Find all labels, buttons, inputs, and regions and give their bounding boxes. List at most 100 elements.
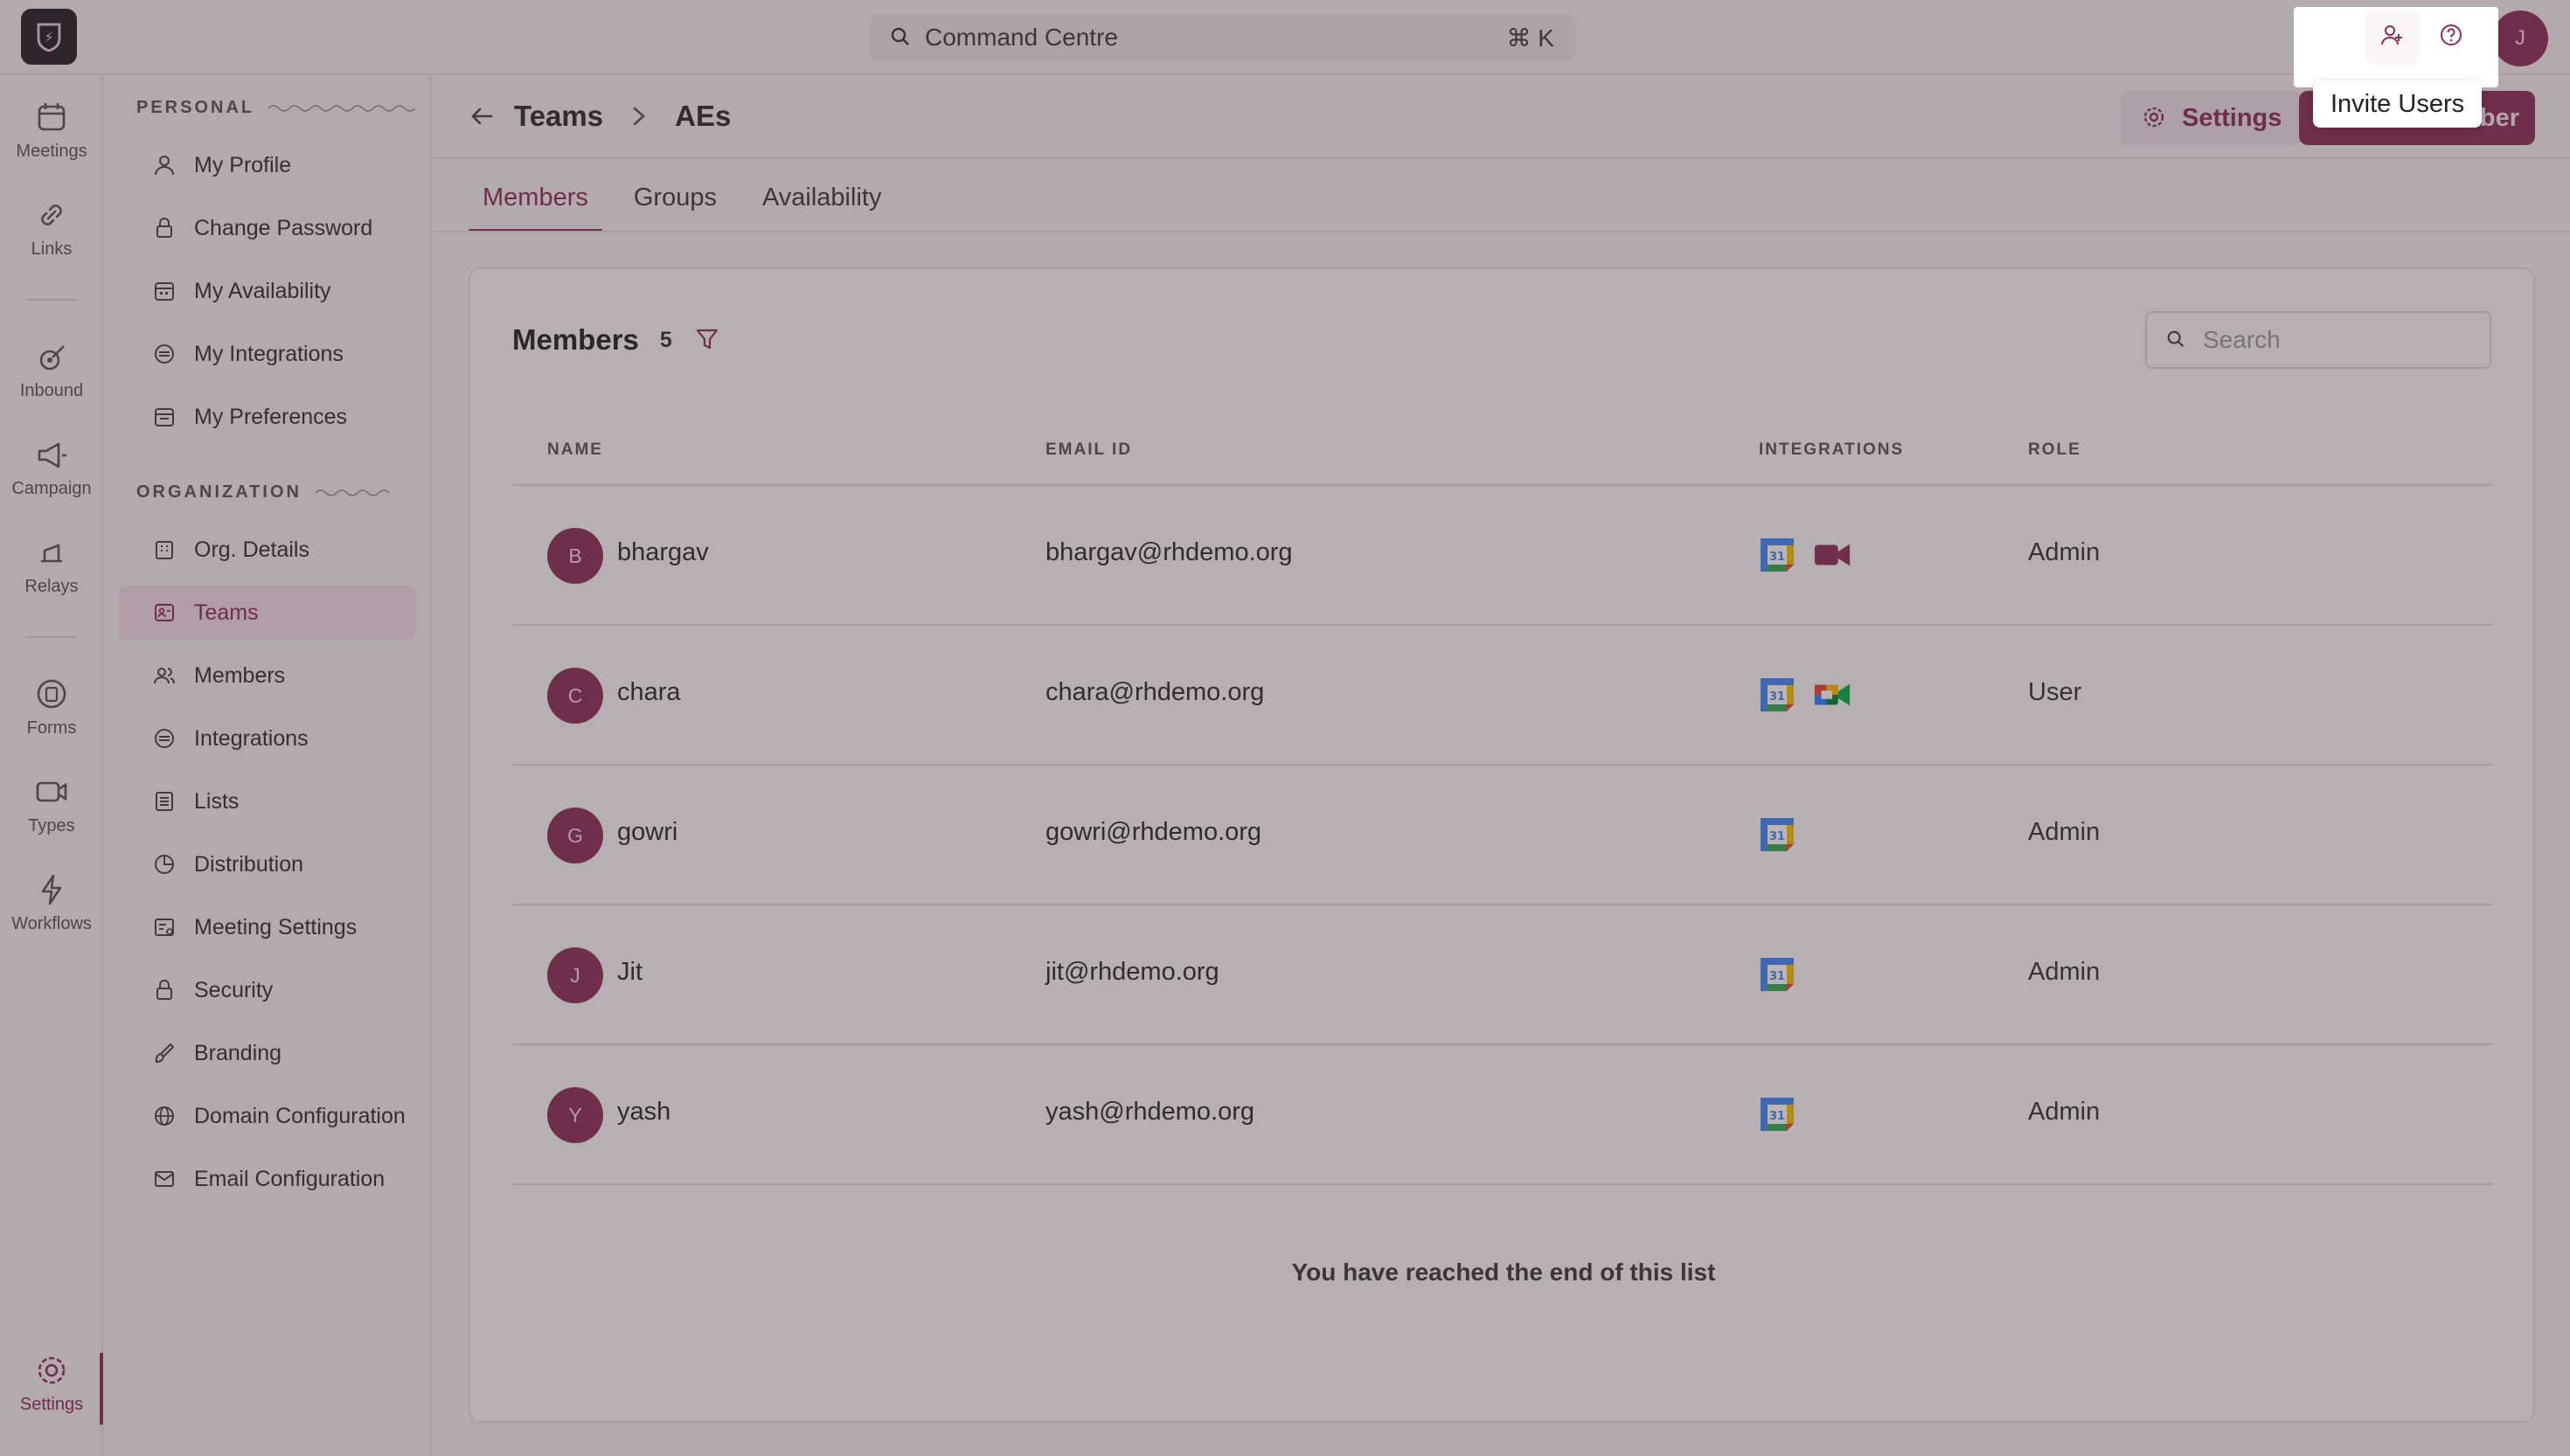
rail-item-types[interactable]: Types <box>0 773 103 836</box>
breadcrumb-teams[interactable]: Teams <box>514 100 603 133</box>
sidebar-item-my-integrations[interactable]: My Integrations <box>119 327 416 381</box>
rail-label: Types <box>28 816 75 835</box>
sidebar-item-label: Email Configuration <box>194 1166 386 1191</box>
app-logo[interactable]: ⚡ <box>21 9 77 65</box>
rail-item-workflows[interactable]: Workflows <box>0 870 103 934</box>
sidebar-item-lists[interactable]: Lists <box>119 774 416 829</box>
tab-groups[interactable]: Groups <box>620 171 731 232</box>
breadcrumb-current: AEs <box>675 100 732 132</box>
member-name: bhargav <box>617 538 709 566</box>
rail-label: Workflows <box>11 914 92 933</box>
add-member-button-label: ber <box>2479 103 2519 132</box>
chevron-right-icon <box>629 103 649 129</box>
svg-text:31: 31 <box>1769 1110 1785 1123</box>
table-row[interactable]: J Jit jit@rhdemo.org 31 Admin <box>512 905 2493 1045</box>
rail-item-relays[interactable]: Relays <box>0 533 103 597</box>
sidebar-item-members[interactable]: Members <box>119 648 416 703</box>
search-icon <box>2166 329 2187 350</box>
rail-label: Meetings <box>16 142 87 161</box>
table-row[interactable]: B bhargav bhargav@rhdemo.org 31 Admin <box>512 486 2493 626</box>
back-arrow-icon[interactable] <box>469 103 495 129</box>
meeting-settings-icon <box>152 915 177 939</box>
sidebar-item-my-preferences[interactable]: My Preferences <box>119 390 416 444</box>
rail-item-forms[interactable]: Forms <box>0 675 103 738</box>
member-integrations: 31 <box>1759 1096 1813 1134</box>
avatar: G <box>547 808 603 863</box>
member-email: jit@rhdemo.org <box>1045 958 1219 986</box>
rail-item-settings[interactable]: Settings <box>0 1351 103 1415</box>
command-shortcut: ⌘ K <box>1506 24 1554 52</box>
rail-item-links[interactable]: Links <box>0 196 103 260</box>
section-label-personal: PERSONAL <box>136 98 416 118</box>
team-settings-button[interactable]: Settings <box>2121 91 2303 145</box>
rail-label: Links <box>31 239 73 259</box>
invite-users-button[interactable] <box>2365 9 2420 65</box>
member-role: Admin <box>2028 538 2101 566</box>
rail-item-campaign[interactable]: Campaign <box>0 435 103 499</box>
svg-text:31: 31 <box>1769 551 1785 564</box>
member-search-input[interactable]: Search <box>2145 311 2491 369</box>
sidebar-item-distribution[interactable]: Distribution <box>119 837 416 891</box>
sidebar-item-security[interactable]: Security <box>119 963 416 1017</box>
sidebar-item-label: My Integrations <box>194 341 344 366</box>
breadcrumb: Teams AEs <box>469 100 731 133</box>
sidebar-item-branding[interactable]: Branding <box>119 1026 416 1080</box>
squiggle-decoration <box>315 489 390 496</box>
table-row[interactable]: G gowri gowri@rhdemo.org 31 Admin <box>512 766 2493 905</box>
relay-icon <box>32 533 71 572</box>
user-avatar[interactable]: J <box>2492 10 2548 66</box>
invite-users-tooltip: Invite Users <box>2313 80 2483 128</box>
member-role: Admin <box>2028 958 2101 986</box>
tab-availability[interactable]: Availability <box>748 171 895 232</box>
command-centre-search[interactable]: Command Centre ⌘ K <box>869 14 1575 61</box>
sidebar-item-email-configuration[interactable]: Email Configuration <box>119 1152 416 1206</box>
integration-icon <box>152 342 177 366</box>
sidebar-item-label: My Profile <box>194 152 292 177</box>
sidebar-item-integrations[interactable]: Integrations <box>119 711 416 766</box>
form-icon <box>32 675 71 713</box>
sidebar-item-my-profile[interactable]: My Profile <box>119 138 416 192</box>
members-card: Members 5 Search NAME EMAIL ID INTEGRATI… <box>469 267 2535 1423</box>
member-email: yash@rhdemo.org <box>1045 1098 1254 1126</box>
table-row[interactable]: C chara chara@rhdemo.org 31 User <box>512 626 2493 766</box>
brush-icon <box>152 1041 177 1065</box>
member-name: chara <box>617 678 681 706</box>
gear-icon <box>2142 105 2168 131</box>
main-content: Teams AEs Settings ber Members Groups Av… <box>434 75 2570 1456</box>
search-placeholder: Search <box>2203 326 2281 353</box>
google-calendar-icon: 31 <box>1759 537 1797 575</box>
rail-label: Campaign <box>11 479 92 498</box>
lock-icon <box>152 216 177 240</box>
avatar: J <box>547 947 603 1003</box>
command-centre-placeholder: Command Centre <box>925 24 1118 51</box>
list-icon <box>152 789 177 814</box>
sidebar-item-label: Meeting Settings <box>194 914 358 939</box>
help-button[interactable] <box>2427 9 2476 65</box>
google-calendar-icon: 31 <box>1759 676 1797 715</box>
section-label-organization: ORGANIZATION <box>136 482 391 503</box>
sidebar-item-org-details[interactable]: Org. Details <box>119 523 416 577</box>
lock-icon <box>152 978 177 1002</box>
sidebar-item-label: Change Password <box>194 215 373 240</box>
table-row[interactable]: Y yash yash@rhdemo.org 31 Admin <box>512 1045 2493 1185</box>
members-heading: Members 5 <box>512 323 721 357</box>
tab-members[interactable]: Members <box>469 171 602 232</box>
rail-label: Settings <box>19 1395 84 1414</box>
sidebar-item-my-availability[interactable]: My Availability <box>119 264 416 318</box>
sidebar-item-domain-configuration[interactable]: Domain Configuration <box>119 1089 416 1143</box>
member-email: chara@rhdemo.org <box>1045 678 1265 706</box>
sidebar-item-change-password[interactable]: Change Password <box>119 201 416 255</box>
calendar-icon <box>32 98 71 136</box>
rail-item-meetings[interactable]: Meetings <box>0 98 103 162</box>
sidebar-item-meeting-settings[interactable]: Meeting Settings <box>119 900 416 954</box>
app-root: ⚡ Command Centre ⌘ K Meetings Links Inbo… <box>0 0 2570 1456</box>
users-icon <box>152 663 177 688</box>
sidebar-item-teams[interactable]: Teams <box>119 586 416 640</box>
megaphone-icon <box>32 435 71 474</box>
svg-text:31: 31 <box>1769 690 1785 704</box>
rail-item-inbound[interactable]: Inbound <box>0 337 103 401</box>
member-name: gowri <box>617 818 678 846</box>
filter-icon[interactable] <box>695 327 721 353</box>
building-icon <box>152 537 177 562</box>
sidebar-item-label: My Availability <box>194 278 331 303</box>
